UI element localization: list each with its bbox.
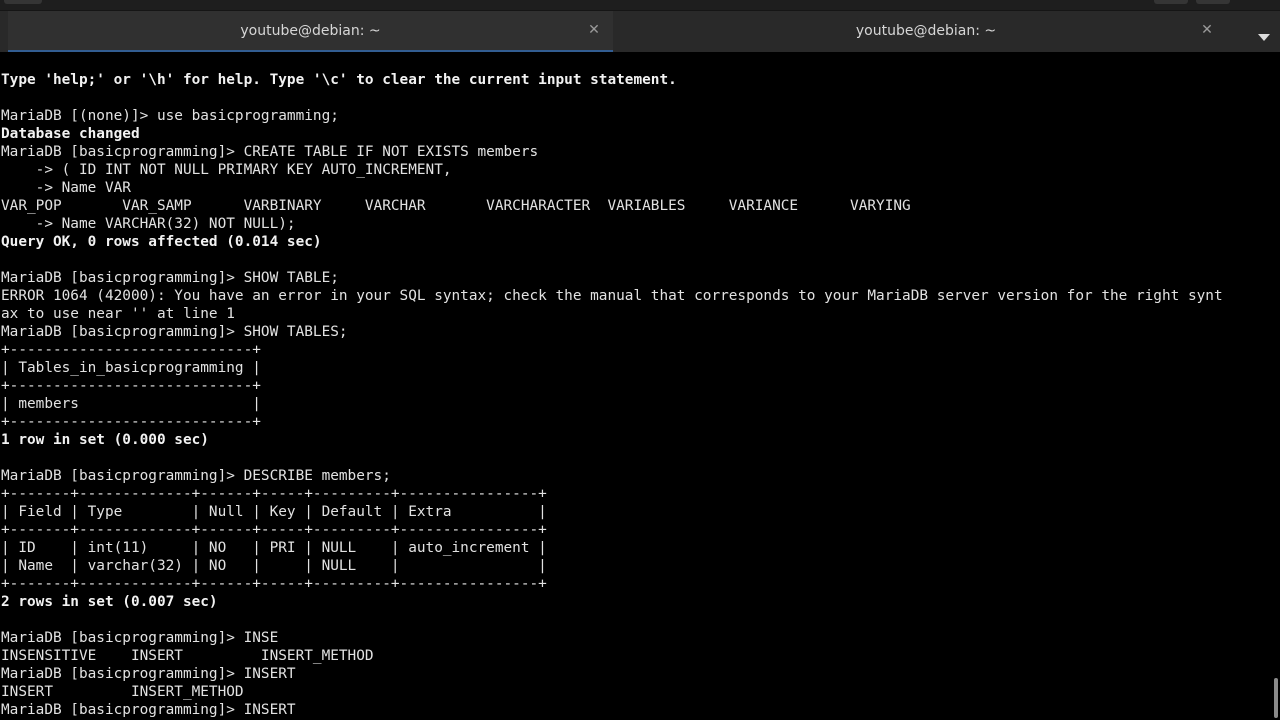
tab-title: youtube@debian: ~ [855, 23, 997, 39]
terminal-line: INSENSITIVE INSERT INSERT_METHOD [1, 648, 374, 664]
terminal-line: -> Name VAR [1, 180, 131, 196]
window-control-minimize[interactable] [1154, 0, 1188, 4]
terminal-line: | Tables_in_basicprogramming | [1, 360, 261, 376]
terminal-scrollbar[interactable] [1272, 52, 1280, 720]
terminal-line: -> Name VARCHAR(32) NOT NULL); [1, 216, 296, 232]
terminal-line: | Name | varchar(32) | NO | | NULL | | [1, 558, 547, 574]
tab-terminal-2[interactable]: youtube@debian: ~ ✕ [614, 11, 1238, 53]
terminal-line: MariaDB [basicprogramming]> SHOW TABLES; [1, 324, 348, 340]
terminal-line: MariaDB [basicprogramming]> DESCRIBE mem… [1, 468, 391, 484]
scrollbar-thumb[interactable] [1274, 678, 1278, 718]
terminal-line: +-------+-------------+------+-----+----… [1, 486, 547, 502]
tab-bar: youtube@debian: ~ ✕ youtube@debian: ~ ✕ [0, 10, 1280, 53]
terminal-line: | Field | Type | Null | Key | Default | … [1, 504, 547, 520]
terminal-line: ax to use near '' at line 1 [1, 306, 235, 322]
terminal-line: ERROR 1064 (42000): You have an error in… [1, 288, 1223, 304]
terminal-line: | members | [1, 396, 261, 412]
terminal-line: MariaDB [basicprogramming]> INSERT [1, 702, 296, 718]
terminal-lines: Type 'help;' or '\h' for help. Type '\c'… [1, 71, 1223, 719]
window-control-maximize[interactable] [1196, 0, 1230, 4]
terminal-line: Query OK, 0 rows affected (0.014 sec) [1, 234, 322, 250]
tab-title: youtube@debian: ~ [240, 23, 381, 39]
terminal-line: +----------------------------+ [1, 342, 261, 358]
terminal-line: +-------+-------------+------+-----+----… [1, 522, 547, 538]
window-top-strip [0, 0, 1280, 10]
terminal-line: MariaDB [basicprogramming]> INSERT [1, 666, 296, 682]
terminal-line: | ID | int(11) | NO | PRI | NULL | auto_… [1, 540, 547, 556]
terminal-line: MariaDB [basicprogramming]> SHOW TABLE; [1, 270, 339, 286]
terminal-line: Type 'help;' or '\h' for help. Type '\c'… [1, 72, 677, 88]
chevron-down-icon[interactable] [1258, 34, 1270, 41]
terminal-line: VAR_POP VAR_SAMP VARBINARY VARCHAR VARCH… [1, 198, 911, 214]
terminal-line: MariaDB [basicprogramming]> CREATE TABLE… [1, 144, 539, 160]
terminal-line: +----------------------------+ [1, 378, 261, 394]
terminal-line: MariaDB [basicprogramming]> INSE [1, 630, 279, 646]
terminal-line: Database changed [1, 126, 140, 142]
terminal-output[interactable]: Type 'help;' or '\h' for help. Type '\c'… [0, 52, 1272, 720]
terminal-line: +----------------------------+ [1, 414, 261, 430]
terminal-line: 2 rows in set (0.007 sec) [1, 594, 218, 610]
terminal-line: INSERT INSERT_METHOD [1, 684, 244, 700]
terminal-line: MariaDB [(none)]> use basicprogramming; [1, 108, 339, 124]
close-icon[interactable]: ✕ [585, 21, 603, 39]
window-control-left[interactable] [4, 0, 42, 4]
terminal-line: -> ( ID INT NOT NULL PRIMARY KEY AUTO_IN… [1, 162, 452, 178]
terminal-line: 1 row in set (0.000 sec) [1, 432, 209, 448]
tab-terminal-1[interactable]: youtube@debian: ~ ✕ [8, 11, 613, 53]
close-icon[interactable]: ✕ [1198, 21, 1216, 39]
terminal-line: +-------+-------------+------+-----+----… [1, 576, 547, 592]
